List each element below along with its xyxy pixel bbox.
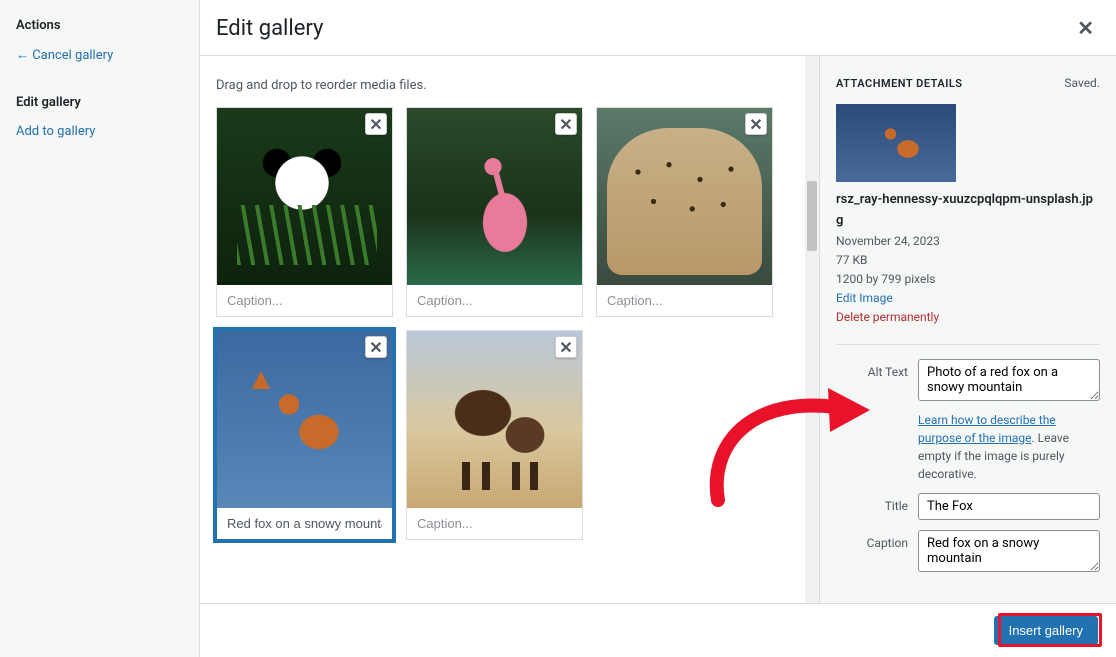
- gallery-scrollbar[interactable]: [805, 56, 819, 603]
- attachment-dimensions: 1200 by 799 pixels: [836, 270, 1100, 289]
- media-thumbnail[interactable]: ✕: [217, 331, 392, 508]
- attachment-meta: rsz_ray-hennessy-xuuzcpqlqpm-unsplash.jp…: [820, 190, 1116, 340]
- caption-input[interactable]: [407, 285, 582, 316]
- close-icon[interactable]: ✕: [1071, 16, 1100, 40]
- caption-textarea[interactable]: Red fox on a snowy mountain: [918, 530, 1100, 572]
- actions-heading: Actions: [16, 18, 183, 33]
- remove-media-icon[interactable]: ✕: [555, 113, 577, 135]
- edit-gallery-heading[interactable]: Edit gallery: [16, 95, 183, 110]
- add-to-gallery-link[interactable]: Add to gallery: [16, 120, 183, 143]
- attachment-preview: [836, 104, 956, 182]
- media-card[interactable]: ✕: [406, 107, 583, 317]
- page-title: Edit gallery: [216, 16, 323, 41]
- edit-image-link[interactable]: Edit Image: [836, 289, 893, 308]
- attachment-details-panel: ATTACHMENT DETAILS Saved. rsz_ray-hennes…: [820, 56, 1116, 603]
- gallery-area: Drag and drop to reorder media files. ✕ …: [200, 56, 820, 603]
- thumbnails-grid[interactable]: ✕ ✕ ✕: [200, 107, 819, 560]
- modal-header: Edit gallery ✕: [200, 0, 1116, 56]
- alt-text-hint: Learn how to describe the purpose of the…: [918, 411, 1100, 483]
- media-thumbnail[interactable]: ✕: [217, 108, 392, 285]
- media-card[interactable]: ✕: [596, 107, 773, 317]
- media-thumbnail[interactable]: ✕: [407, 331, 582, 508]
- insert-gallery-button[interactable]: Insert gallery: [994, 616, 1098, 645]
- delete-permanently-link[interactable]: Delete permanently: [836, 308, 939, 327]
- remove-media-icon[interactable]: ✕: [365, 336, 387, 358]
- media-card-selected[interactable]: ✕: [216, 330, 393, 540]
- alt-text-label: Alt Text: [836, 359, 918, 379]
- attachment-details-heading: ATTACHMENT DETAILS: [836, 77, 963, 90]
- media-card[interactable]: ✕: [406, 330, 583, 540]
- media-thumbnail[interactable]: ✕: [407, 108, 582, 285]
- remove-media-icon[interactable]: ✕: [555, 336, 577, 358]
- title-input[interactable]: [918, 493, 1100, 520]
- caption-input[interactable]: [217, 285, 392, 316]
- attachment-filename: rsz_ray-hennessy-xuuzcpqlqpm-unsplash.jp…: [836, 190, 1100, 232]
- modal-footer: Insert gallery: [200, 603, 1116, 657]
- caption-label: Caption: [836, 530, 918, 550]
- gallery-scrollbar-thumb[interactable]: [807, 181, 817, 251]
- title-label: Title: [836, 493, 918, 513]
- divider: [836, 344, 1100, 345]
- alt-text-input[interactable]: Photo of a red fox on a snowy mountain: [918, 359, 1100, 401]
- caption-input[interactable]: [217, 508, 392, 539]
- attachment-date: November 24, 2023: [836, 232, 1100, 251]
- remove-media-icon[interactable]: ✕: [365, 113, 387, 135]
- attachment-filesize: 77 KB: [836, 251, 1100, 270]
- left-sidebar: Actions ← Cancel gallery Edit gallery Ad…: [0, 0, 200, 657]
- cancel-gallery-link[interactable]: ← Cancel gallery: [16, 43, 183, 67]
- remove-media-icon[interactable]: ✕: [745, 113, 767, 135]
- reorder-instructions: Drag and drop to reorder media files.: [200, 56, 819, 107]
- caption-input[interactable]: [407, 508, 582, 539]
- saved-status: Saved.: [1064, 76, 1100, 90]
- media-thumbnail[interactable]: ✕: [597, 108, 772, 285]
- media-card[interactable]: ✕: [216, 107, 393, 317]
- caption-input[interactable]: [597, 285, 772, 316]
